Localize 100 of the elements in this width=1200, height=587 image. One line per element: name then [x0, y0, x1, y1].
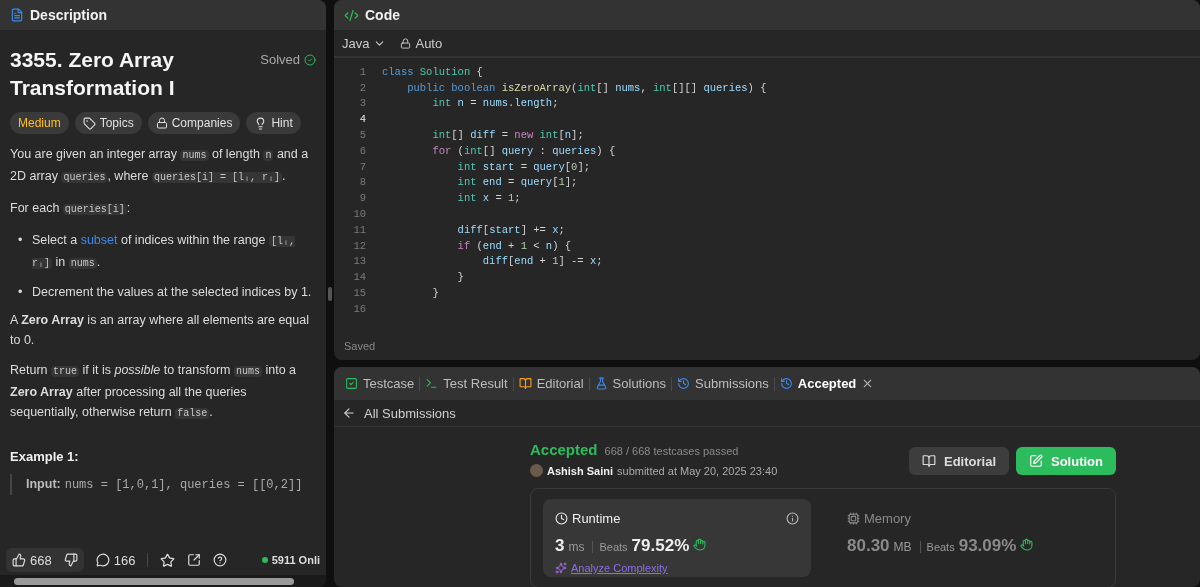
metric-tab[interactable]: Runtime 3 ms Beats 79.52% Analyze Complexity [543, 499, 811, 577]
metric-value: 3 [555, 536, 565, 556]
description-paragraph: A Zero Array is an array where all elements are equal to 0. [10, 312, 310, 349]
metric-label: Runtime [555, 511, 621, 526]
example-block: Input: nums = [1,0,1], queries = [[0,2]] [10, 474, 316, 495]
flask-icon [594, 377, 608, 390]
verdict: Accepted [530, 441, 598, 458]
thumbs-up-icon [12, 553, 26, 567]
panel-tab[interactable]: Editorial [513, 376, 589, 391]
code-line: int x = 1; [456, 192, 521, 205]
line-number: 15 [352, 287, 367, 300]
beats-label: Beats [592, 541, 628, 553]
tag-icon [82, 116, 96, 130]
subset-link[interactable]: subset [80, 233, 118, 247]
book-icon [518, 377, 532, 390]
solved-status: Solved [260, 52, 316, 67]
metric-value: 80.30 [847, 536, 890, 556]
user-name[interactable]: Ashish Saini [547, 464, 614, 477]
auto-mode[interactable]: Auto [400, 35, 443, 51]
metric-label: Memory [847, 511, 911, 526]
avatar [530, 464, 543, 477]
comment-icon [95, 553, 110, 567]
line-number: 10 [352, 208, 367, 221]
code-line: } [456, 271, 464, 284]
code-line: int start = query[0]; [456, 160, 590, 173]
tag-button[interactable]: Hint [246, 112, 301, 134]
code-line: int n = nums.length; [431, 97, 559, 110]
difficulty-badge: Medium [10, 112, 69, 134]
line-number: 2 [358, 81, 367, 94]
check-circle-icon [304, 53, 316, 66]
line-number: 14 [352, 271, 367, 284]
panel-tab[interactable]: Testcase [340, 376, 420, 391]
chip-icon [847, 512, 860, 525]
bullet-marker: • [18, 284, 24, 301]
info-icon[interactable] [786, 512, 799, 525]
history-icon [677, 377, 691, 390]
line-number: 13 [352, 255, 367, 268]
panel-tab[interactable]: Submissions [672, 376, 774, 391]
metric-tab[interactable]: Memory 80.30 MB Beats 93.09% [835, 499, 1103, 577]
code-line: int end = query[1]; [456, 176, 578, 189]
code-line: public boolean isZeroArray(int[] nums, int[][] queries) { [406, 81, 767, 94]
language-select[interactable]: Java [342, 35, 387, 51]
beats-percent: 93.09% [958, 536, 1017, 556]
history-icon [779, 377, 793, 390]
thumbs-down-icon [63, 553, 78, 567]
code-line: diff[end + 1] -= x; [481, 255, 603, 268]
line-number: 7 [358, 160, 367, 173]
line-number: 9 [358, 192, 367, 205]
line-number: 4 [358, 113, 367, 126]
code-line: class Solution { [382, 65, 483, 78]
book-icon [922, 454, 936, 468]
terminal-icon [425, 377, 439, 390]
back-link[interactable]: All Submissions [342, 405, 456, 421]
line-number: 1 [358, 65, 367, 78]
hand-icon [693, 538, 707, 551]
like-button[interactable]: 668 [6, 548, 58, 572]
line-number: 8 [358, 176, 367, 189]
editorial-button[interactable]: Editorial [909, 447, 1009, 475]
bullet-text: Select a subset of indices within the range [lᵢ, rᵢ] in nums . [32, 232, 296, 271]
line-number: 12 [352, 239, 367, 252]
scrollbar-thumb[interactable] [14, 577, 294, 585]
code-line: for (int[] query : queries) { [431, 144, 616, 157]
lock-icon [400, 37, 412, 49]
problem-title: 3355. Zero Array Transformation I [10, 47, 176, 101]
pen-icon [1029, 454, 1043, 468]
line-number: 6 [358, 144, 367, 157]
panel-tab[interactable]: Description [30, 7, 107, 23]
help-icon[interactable] [213, 553, 228, 567]
document-icon [10, 8, 24, 22]
metric-unit: MB [893, 540, 912, 554]
tag-button[interactable]: Companies [147, 112, 241, 134]
panel-tab[interactable]: Solutions [589, 376, 672, 391]
description-paragraph: Return true if it is possible to transform nums into a Zero Array after processing all the queries sequentially, otherwise return false . [10, 362, 298, 421]
comments-button[interactable]: 166 [95, 552, 136, 568]
panel-tab[interactable]: Code [365, 7, 400, 23]
panel-tab[interactable]: Accepted [774, 376, 880, 391]
beats-label: Beats [919, 541, 955, 553]
testcases-passed: 668 / 668 testcases passed [604, 445, 739, 457]
metric-unit: ms [568, 540, 585, 554]
bullet-marker: • [18, 232, 24, 249]
example-heading: Example 1: [10, 448, 80, 466]
submission-time: submitted at May 20, 2025 23:40 [617, 464, 778, 477]
checkbox-icon [345, 377, 358, 390]
line-number: 5 [358, 129, 367, 142]
sparkles-icon [555, 562, 567, 574]
star-icon[interactable] [160, 552, 176, 568]
beats-percent: 79.52% [631, 536, 690, 556]
tag-button[interactable]: Topics [74, 112, 142, 134]
line-number: 16 [352, 302, 367, 315]
code-icon [344, 7, 359, 23]
resize-handle[interactable] [328, 286, 332, 301]
code-line: } [431, 287, 439, 300]
clock-icon [555, 512, 568, 525]
hand-icon [1020, 538, 1034, 551]
share-icon[interactable] [187, 553, 202, 567]
panel-tab[interactable]: Test Result [420, 376, 513, 391]
line-number: 11 [352, 223, 367, 236]
description-paragraph: You are given an integer array nums of length n and a 2D array queries , where queries[i] = [lᵢ, rᵢ] . [10, 146, 310, 185]
save-status: Saved [343, 340, 377, 354]
lock-icon [155, 117, 168, 129]
